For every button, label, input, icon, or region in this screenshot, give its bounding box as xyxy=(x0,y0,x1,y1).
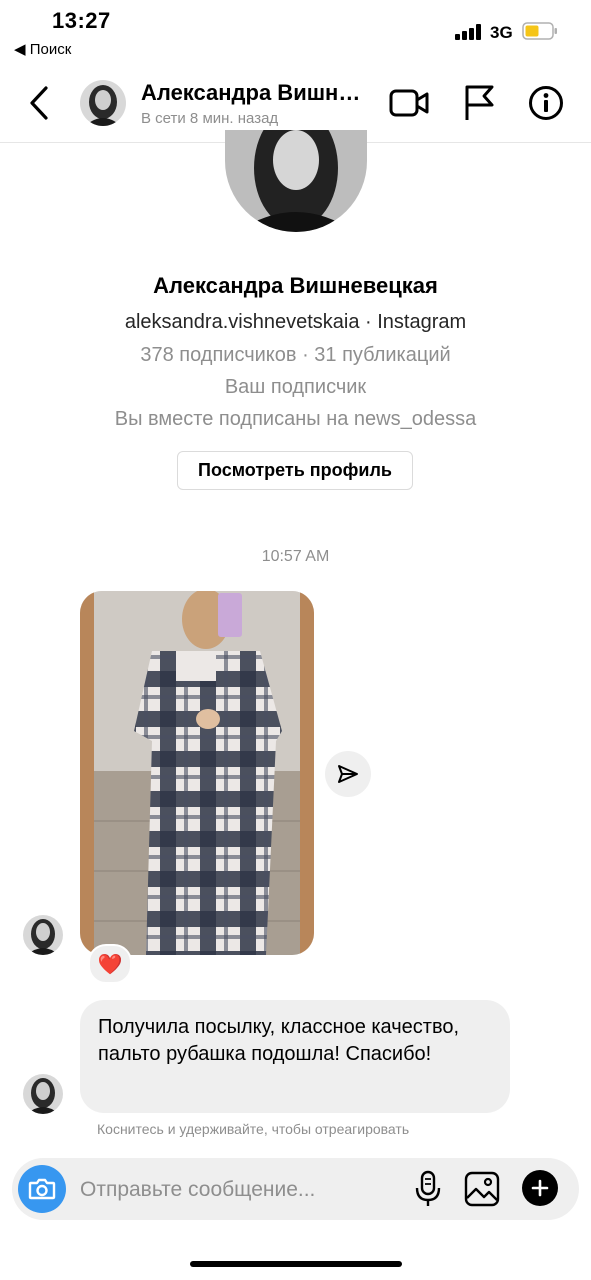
message-bubble[interactable]: Получила посылку, классное качество, пал… xyxy=(80,1000,510,1113)
home-indicator[interactable] xyxy=(190,1261,402,1267)
back-to-search-link[interactable]: ◀ Поиск xyxy=(14,40,71,58)
camera-button[interactable] xyxy=(18,1165,66,1213)
camera-icon xyxy=(28,1178,56,1200)
sender-avatar[interactable] xyxy=(23,915,63,955)
video-call-icon[interactable] xyxy=(389,86,429,120)
chevron-left-icon[interactable] xyxy=(24,84,56,122)
microphone-icon[interactable] xyxy=(414,1170,442,1208)
shared-photo[interactable] xyxy=(80,591,314,955)
view-profile-button[interactable]: Посмотреть профиль xyxy=(177,451,413,490)
plus-button[interactable] xyxy=(522,1170,558,1206)
follower-note: Ваш подписчик xyxy=(224,376,367,398)
message-timestamp: 10:57 AM xyxy=(261,548,330,565)
chat-title[interactable]: Александра Вишн… xyxy=(141,80,360,106)
signal-icon xyxy=(455,24,481,40)
info-icon[interactable] xyxy=(528,85,564,121)
heart-reaction[interactable]: ❤️ xyxy=(88,944,132,984)
share-button[interactable] xyxy=(325,751,371,797)
message-input[interactable] xyxy=(80,1174,380,1206)
status-time: 13:27 xyxy=(52,8,111,33)
sender-avatar[interactable] xyxy=(23,1074,63,1114)
profile-name: Александра Вишневецкая xyxy=(153,273,438,298)
profile-avatar[interactable] xyxy=(225,130,367,232)
mutual-follow-note: Вы вместе подписаны на news_odessa xyxy=(114,408,477,430)
reaction-hint: Коснитесь и удерживайте, чтобы отреагиро… xyxy=(97,1121,410,1137)
paper-plane-icon xyxy=(338,765,358,783)
online-status: В сети 8 мин. назад xyxy=(141,110,279,127)
battery-icon xyxy=(522,22,557,40)
flag-icon[interactable] xyxy=(462,84,496,122)
avatar[interactable] xyxy=(80,80,126,126)
profile-stats: 378 подписчиков · 31 публикаций xyxy=(140,344,451,366)
plus-icon xyxy=(531,1179,549,1197)
profile-handle: aleksandra.vishnevetskaia · Instagram xyxy=(124,311,467,333)
gallery-icon[interactable] xyxy=(464,1171,500,1207)
network-type: 3G xyxy=(490,23,513,42)
